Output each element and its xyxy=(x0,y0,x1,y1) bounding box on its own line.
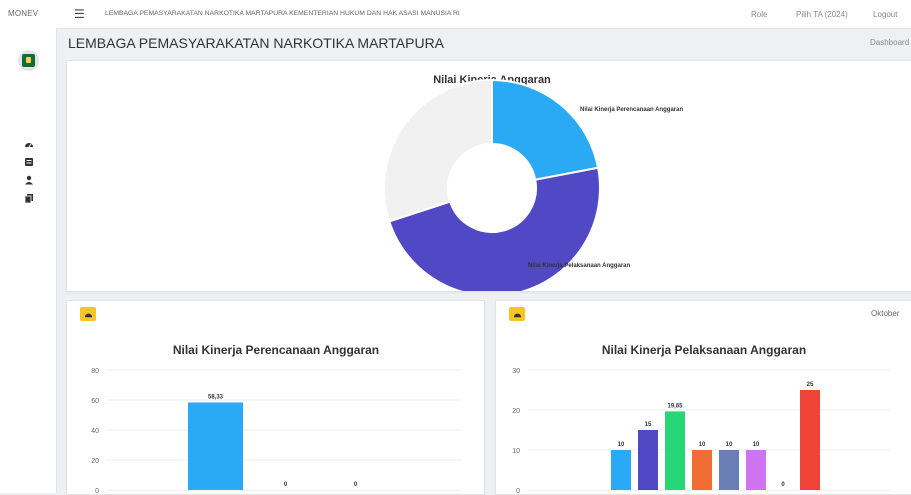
chart-badge-left[interactable] xyxy=(80,307,96,321)
bar-1 xyxy=(638,430,658,490)
bar-value-label: 0 xyxy=(781,482,785,488)
document-icon[interactable] xyxy=(24,157,34,167)
chart-title: Nilai Kinerja Perencanaan Anggaran xyxy=(173,343,379,357)
bar-value-label: 15 xyxy=(645,422,652,428)
y-tick-label: 10 xyxy=(512,448,520,455)
y-tick-label: 30 xyxy=(512,368,520,375)
donut-card: Nilai Kinerja Anggaran Nilai Kinerja Per… xyxy=(66,60,911,292)
bar-value-label: 10 xyxy=(753,442,760,448)
donut-label-pelaksanaan: Nilai Kinerja Pelaksanaan Anggaran xyxy=(528,263,631,269)
perencanaan-card: Nilai Kinerja Perencanaan Anggaran 0 20 40 6… xyxy=(66,300,485,495)
bar-value-label: 0 xyxy=(284,482,288,488)
sidebar xyxy=(0,28,57,493)
donut-slice-0 xyxy=(491,78,600,181)
bar-0 xyxy=(188,402,243,490)
bar-3 xyxy=(692,450,712,490)
bar-value-label: 10 xyxy=(726,442,733,448)
donut-slice-2 xyxy=(383,78,493,223)
pelaksanaan-card: Nilai Kinerja Pelaksanaan Anggaran 0 10 20 3… xyxy=(495,300,911,495)
y-tick-label: 40 xyxy=(91,428,99,435)
chart-icon xyxy=(513,313,521,317)
donut-label-perencanaan: Nilai Kinerja Perencanaan Anggaran xyxy=(580,107,684,113)
y-tick-label: 0 xyxy=(516,488,520,494)
logout-link[interactable]: Logout xyxy=(873,10,897,19)
bar-value-label: 10 xyxy=(618,442,625,448)
user-icon[interactable] xyxy=(24,175,34,185)
year-select-link[interactable]: Pilih TA (2024) xyxy=(796,10,848,19)
chart-badge-right[interactable] xyxy=(509,307,525,321)
donut-chart xyxy=(383,78,601,291)
top-navbar: MONEV ☰ LEMBAGA PEMASYARAKATAN NARKOTIKA… xyxy=(0,0,911,29)
bar-value-label: 0 xyxy=(354,482,358,488)
y-tick-label: 0 xyxy=(95,488,99,494)
chart-title: Nilai Kinerja Pelaksanaan Anggaran xyxy=(602,343,806,357)
perencanaan-bar-chart: Nilai Kinerja Perencanaan Anggaran 0 20 40 6… xyxy=(91,343,462,494)
org-name: LEMBAGA PEMASYARAKATAN NARKOTIKA MARTAPU… xyxy=(105,10,460,17)
page-title: LEMBAGA PEMASYARAKATAN NARKOTIKA MARTAPU… xyxy=(68,35,445,51)
bar-7 xyxy=(800,390,820,490)
pelaksanaan-bar-chart: Nilai Kinerja Pelaksanaan Anggaran 0 10 20 3… xyxy=(512,343,891,494)
dashboard-icon[interactable] xyxy=(24,139,34,149)
role-link[interactable]: Role xyxy=(751,10,767,19)
y-tick-label: 20 xyxy=(512,408,520,415)
bar-value-label: 19,65 xyxy=(667,403,683,409)
chart-icon xyxy=(84,313,92,317)
bar-0 xyxy=(611,450,631,490)
y-tick-label: 20 xyxy=(91,458,99,465)
bar-5 xyxy=(746,450,766,490)
bar-4 xyxy=(719,450,739,490)
y-tick-label: 80 xyxy=(91,368,99,375)
bar-value-label: 58,33 xyxy=(208,395,224,401)
bar-value-label: 10 xyxy=(699,442,706,448)
bar-value-label: 25 xyxy=(807,382,814,388)
org-logo xyxy=(18,50,39,71)
y-tick-label: 60 xyxy=(91,398,99,405)
app-brand[interactable]: MONEV xyxy=(8,9,38,18)
month-selector[interactable]: Oktober xyxy=(871,309,899,318)
bar-2 xyxy=(665,411,685,490)
copy-icon[interactable] xyxy=(24,193,34,203)
menu-toggle-icon[interactable]: ☰ xyxy=(74,7,85,21)
breadcrumb[interactable]: Dashboard xyxy=(870,38,909,47)
